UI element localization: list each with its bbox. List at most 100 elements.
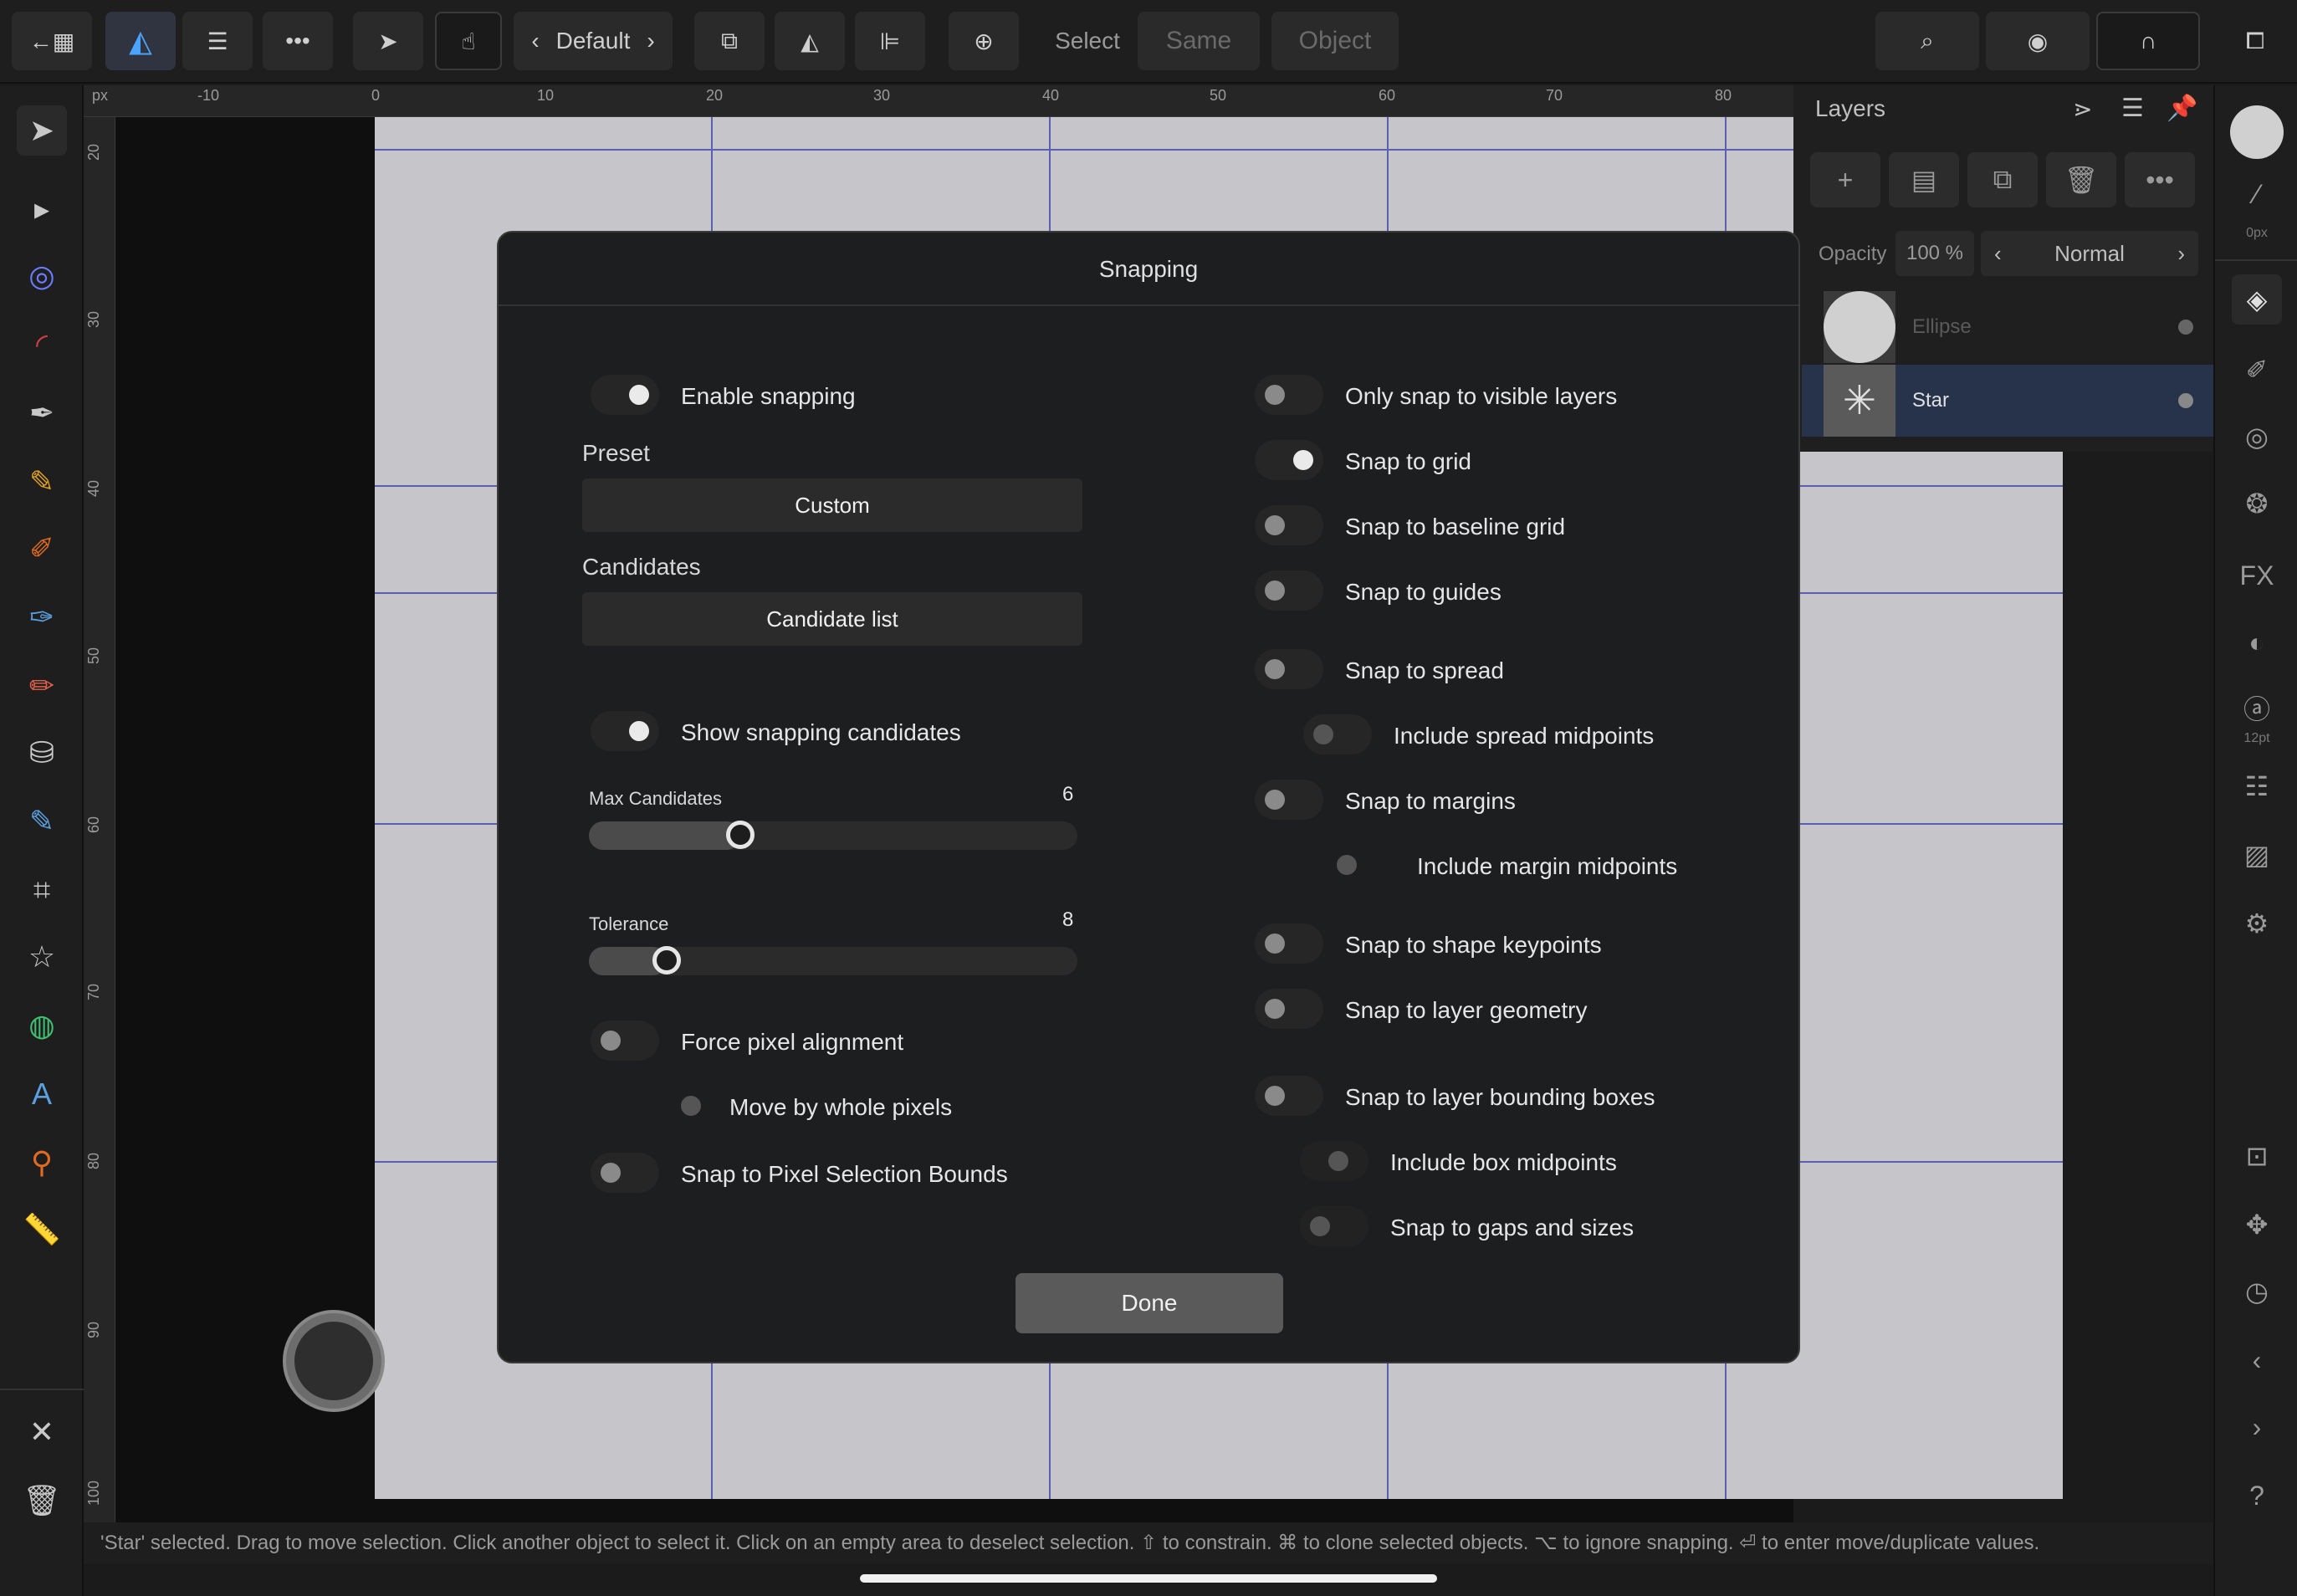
tolerance-slider[interactable]: [589, 946, 1077, 975]
blend-mode-selector[interactable]: ‹ Normal ›: [1981, 231, 2198, 276]
color-picker-tool[interactable]: ✏: [17, 661, 67, 711]
gradient-tool[interactable]: ◜: [17, 320, 67, 370]
add-layer-button[interactable]: +: [1810, 152, 1880, 207]
collapse-right-button[interactable]: ›: [2232, 1402, 2282, 1452]
cancel-button[interactable]: ✕: [17, 1407, 67, 1457]
flip-button[interactable]: ◭: [775, 12, 845, 70]
slider-thumb[interactable]: [726, 821, 755, 849]
corner-tool[interactable]: ◎: [17, 251, 67, 301]
transform-studio-button[interactable]: ⊡: [2232, 1131, 2282, 1181]
help-button[interactable]: ?: [2232, 1471, 2282, 1521]
zoom-button[interactable]: ⌕: [1875, 12, 1979, 70]
adjustments-studio-button[interactable]: ◐: [2232, 617, 2282, 668]
add-mask-button[interactable]: ▤: [1889, 152, 1959, 207]
navigator-studio-button[interactable]: ✥: [2232, 1200, 2282, 1250]
crop-tool[interactable]: ⌗: [17, 865, 67, 915]
candidate-list-button[interactable]: Candidate list: [582, 592, 1082, 646]
fx-studio-button[interactable]: FX: [2232, 550, 2282, 601]
include-box-midpoints-toggle[interactable]: [1300, 1141, 1368, 1181]
snapping-button[interactable]: ∩: [2096, 12, 2200, 70]
history-studio-button[interactable]: ◷: [2232, 1266, 2282, 1317]
persona-selector[interactable]: ‹ Default ›: [514, 12, 673, 70]
snap-to-layer-geometry-toggle[interactable]: [1255, 989, 1323, 1029]
appearance-studio-button[interactable]: ◎: [2232, 412, 2282, 462]
stock-studio-button[interactable]: ▨: [2232, 830, 2282, 880]
gesture-button[interactable]: ☝: [435, 12, 502, 70]
pixel-brush-tool[interactable]: ✎: [17, 796, 67, 847]
snap-to-margins-toggle[interactable]: [1255, 780, 1323, 820]
delete-layer-button[interactable]: 🗑: [2046, 152, 2116, 207]
more-button[interactable]: •••: [263, 12, 333, 70]
top-toolbar: ←▦ ◭ ☰ ••• ➤ ☝ ‹ Default › ⧉ ◭ ⊫ ⊕ Selec…: [0, 0, 2297, 84]
paragraph-studio-button[interactable]: ☷: [2232, 761, 2282, 811]
snap-to-guides-toggle[interactable]: [1255, 570, 1323, 611]
toggle-knob: [1265, 999, 1285, 1019]
select-same-button[interactable]: Same: [1138, 12, 1260, 70]
enable-snapping-toggle[interactable]: [591, 375, 659, 415]
snap-to-spread-toggle[interactable]: [1255, 649, 1323, 689]
snap-to-baseline-grid-toggle[interactable]: [1255, 505, 1323, 545]
layer-row-ellipse[interactable]: Ellipse: [1802, 291, 2213, 363]
visibility-dot-icon[interactable]: [2178, 393, 2193, 408]
snap-to-gaps-and-sizes-toggle[interactable]: [1300, 1206, 1368, 1246]
slider-thumb[interactable]: [652, 946, 681, 974]
blend-mode-label: Normal: [2054, 240, 2125, 266]
image-icon: ▨: [2243, 840, 2270, 870]
snap-to-layer-bounding-boxes-toggle[interactable]: [1255, 1076, 1323, 1116]
align-button[interactable]: ⊫: [855, 12, 925, 70]
panel-menu-icon[interactable]: ☰: [2121, 94, 2144, 123]
pencil-tool[interactable]: ✎: [17, 457, 67, 507]
only-visible-layers-toggle[interactable]: [1255, 375, 1323, 415]
collapse-panel-icon[interactable]: ⋗: [2073, 95, 2092, 123]
snap-to-grid-toggle[interactable]: [1255, 440, 1323, 480]
shape-tool[interactable]: ☆: [17, 932, 67, 982]
snap-to-shape-keypoints-toggle[interactable]: [1255, 923, 1323, 964]
collapse-left-button[interactable]: ‹: [2232, 1335, 2282, 1385]
duplicate-layer-button[interactable]: ⧉: [1967, 152, 2038, 207]
pin-icon[interactable]: 📌: [2167, 94, 2197, 123]
visibility-dot-icon[interactable]: [2178, 320, 2193, 335]
fill-tool[interactable]: ✑: [17, 592, 67, 642]
command-controller-button[interactable]: [283, 1310, 385, 1412]
snap-pixel-selection-toggle[interactable]: [591, 1153, 659, 1193]
settings-studio-button[interactable]: ⚙: [2232, 898, 2282, 949]
delete-button[interactable]: 🗑: [17, 1476, 67, 1526]
move-tool[interactable]: ➤: [17, 105, 67, 156]
insert-button[interactable]: ⊕: [949, 12, 1019, 70]
layers-studio-button[interactable]: ◈: [2232, 274, 2282, 325]
menu-button[interactable]: ☰: [182, 12, 253, 70]
select-object-button[interactable]: Object: [1271, 12, 1399, 70]
stroke-width-button[interactable]: ⁄: [2232, 169, 2282, 219]
brushes-studio-button[interactable]: ✐: [2232, 345, 2282, 395]
include-margin-midpoints-toggle[interactable]: [1327, 845, 1395, 885]
layer-more-button[interactable]: •••: [2125, 152, 2195, 207]
transparency-tool[interactable]: ⛁: [17, 728, 67, 778]
vector-brush-tool[interactable]: ✐: [17, 524, 67, 574]
view-mode-button[interactable]: ◉: [1986, 12, 2090, 70]
app-logo[interactable]: ◭: [105, 12, 176, 70]
include-spread-midpoints-toggle[interactable]: [1303, 714, 1372, 755]
back-to-gallery-button[interactable]: ←▦: [12, 12, 92, 70]
max-candidates-slider[interactable]: [589, 821, 1077, 850]
color-studio-button[interactable]: ❂: [2232, 478, 2282, 529]
export-button[interactable]: ⧠: [2227, 12, 2284, 70]
place-tool[interactable]: ◍: [17, 1000, 67, 1051]
show-snapping-candidates-toggle[interactable]: [591, 711, 659, 751]
arrange-button[interactable]: ⧉: [694, 12, 765, 70]
ruler-tick: 70: [85, 983, 102, 1000]
home-indicator[interactable]: [860, 1574, 1437, 1583]
text-studio-button[interactable]: ⓐ: [2232, 683, 2282, 733]
node-tool[interactable]: ▸: [17, 184, 67, 234]
eyedropper-tool[interactable]: ⚲: [17, 1138, 67, 1188]
color-swatch[interactable]: [2230, 105, 2284, 159]
force-pixel-alignment-toggle[interactable]: [591, 1021, 659, 1061]
layer-row-star[interactable]: ✳ Star: [1802, 365, 2213, 437]
pen-tool[interactable]: ✒: [17, 388, 67, 438]
preset-selector[interactable]: Custom: [582, 478, 1082, 532]
done-button[interactable]: Done: [1015, 1273, 1283, 1333]
opacity-value[interactable]: 100 %: [1895, 231, 1974, 276]
text-tool[interactable]: A: [17, 1069, 67, 1119]
measure-tool[interactable]: 📏: [17, 1205, 67, 1255]
toggle-knob: [629, 385, 649, 405]
move-tool-button[interactable]: ➤: [353, 12, 423, 70]
